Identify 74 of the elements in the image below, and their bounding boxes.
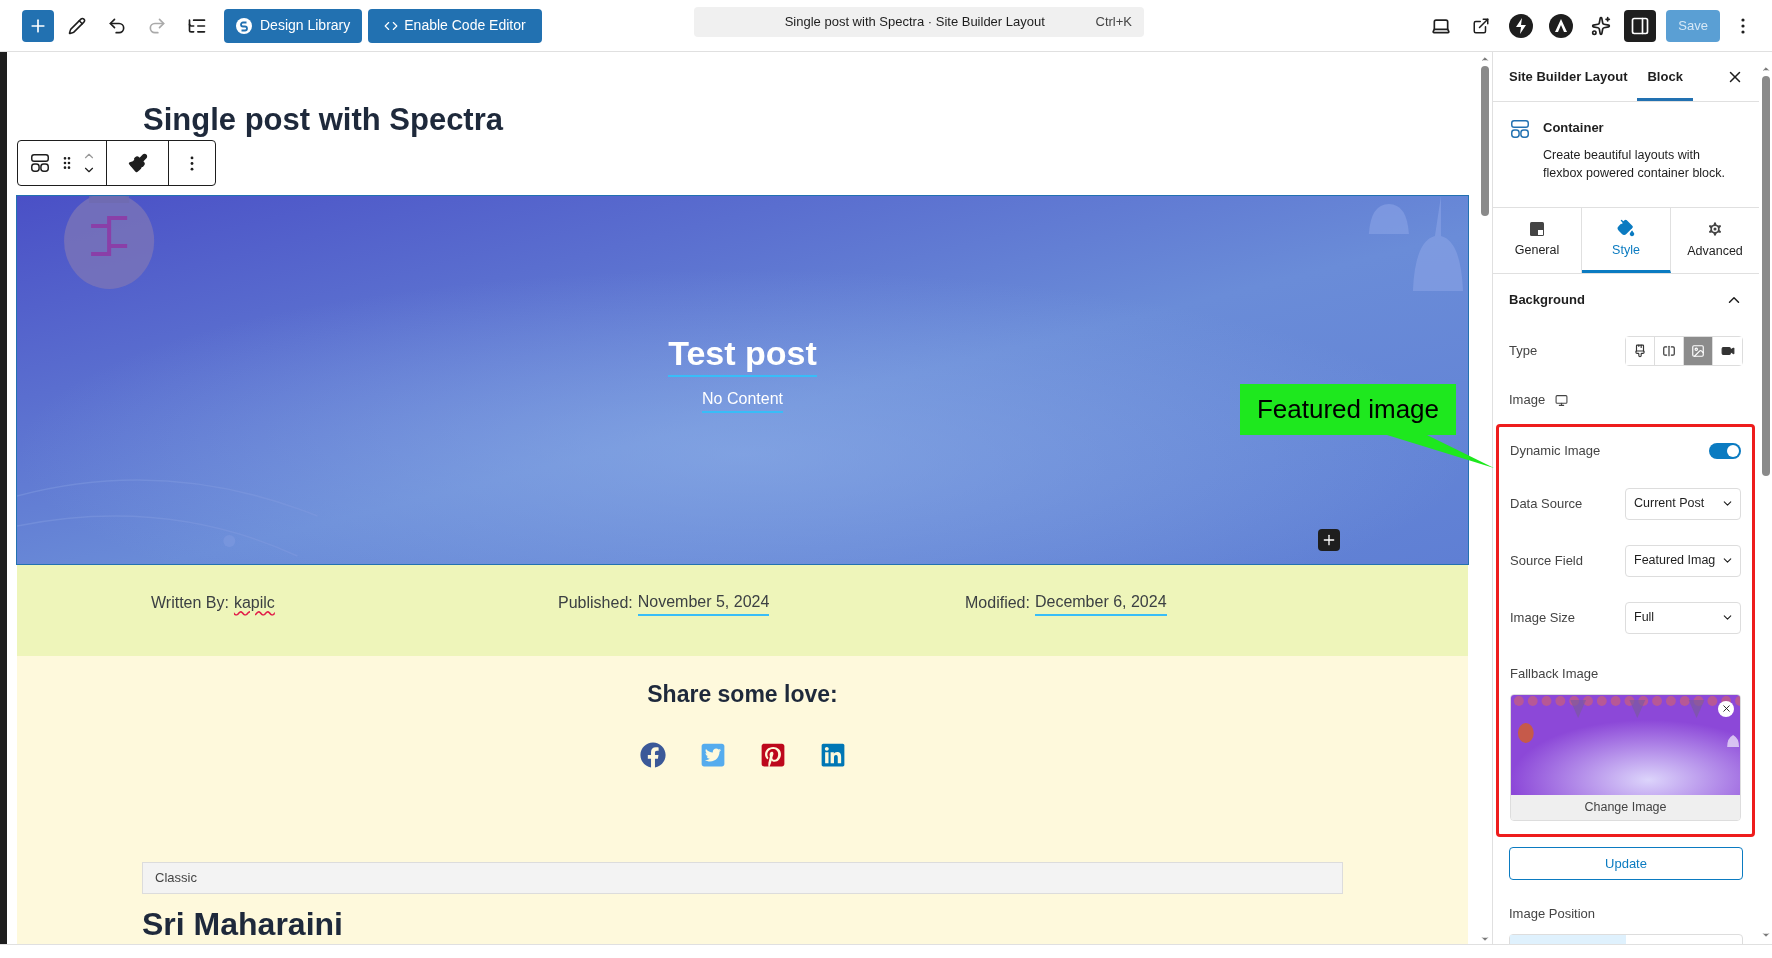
image-icon (1691, 344, 1705, 358)
logo-icon (236, 17, 252, 34)
settings-icon (1706, 220, 1724, 239)
code-editor-button[interactable]: Enable Code Editor (368, 8, 542, 43)
scroll-down-icon[interactable] (1760, 930, 1771, 940)
scroll-up-icon[interactable] (1760, 64, 1771, 74)
sparkles-icon (1591, 15, 1612, 36)
field-label: Source Field (1510, 551, 1583, 570)
block-type-button[interactable] (28, 151, 52, 175)
sidebar-tab[interactable]: Block (1637, 52, 1693, 101)
panel-tab[interactable]: Advanced (1671, 208, 1759, 273)
field-label: Data Source (1510, 494, 1583, 513)
block-name: Container (1543, 119, 1605, 137)
field-label: Dynamic Image (1510, 442, 1601, 461)
container-icon (1509, 118, 1531, 140)
sidebar-icon (1630, 15, 1651, 36)
meta-link[interactable]: November 5, 2024 (637, 590, 770, 616)
sidebar-tab[interactable]: Site Builder Layout (1499, 52, 1638, 101)
settings-toggle-button[interactable] (1624, 9, 1657, 42)
pencil-icon (68, 16, 86, 35)
scroll-down-icon[interactable] (1480, 934, 1490, 944)
block-description: Create beautiful layouts with flexbox powered container block. (1543, 146, 1727, 182)
bolt-logo-icon (1509, 13, 1534, 38)
scrollbar-thumb[interactable] (1761, 76, 1770, 476)
scrollbar-thumb[interactable] (1481, 66, 1489, 216)
video-camera-icon (1720, 344, 1735, 358)
container-icon (29, 152, 51, 174)
select-field[interactable]: Featured Imag (1625, 544, 1741, 577)
field-label: Type (1509, 342, 1538, 361)
pinterest-icon[interactable] (759, 742, 786, 768)
meta-link[interactable]: kapilc (233, 591, 275, 615)
toggle-switch[interactable] (1709, 443, 1741, 459)
paint-bucket-icon (1617, 218, 1635, 237)
update-button[interactable]: Update (1509, 847, 1743, 880)
select-field[interactable]: Full (1625, 601, 1741, 634)
post-heading: Sri Maharaini (142, 905, 343, 944)
design-library-button[interactable]: Design Library (224, 8, 363, 43)
mountain-logo-icon (1549, 13, 1574, 38)
close-icon (1720, 703, 1732, 714)
add-block-button[interactable] (22, 9, 54, 42)
brush-icon (1633, 344, 1647, 358)
meta-label: Modified: (965, 593, 1030, 613)
linkedin-icon[interactable] (819, 742, 846, 768)
gradient-icon (1662, 344, 1676, 358)
more-icon (190, 155, 194, 171)
command-bar[interactable]: Single post with Spectra · Site Builder Layout Ctrl+K (694, 7, 1144, 37)
panel-tab[interactable]: General (1493, 208, 1582, 273)
field-label: Fallback Image (1510, 665, 1600, 683)
meta-label: Written By: (151, 593, 229, 613)
external-link-icon (1472, 16, 1491, 35)
more-icon (1741, 17, 1745, 34)
plus-icon (1321, 532, 1337, 548)
scroll-up-icon[interactable] (1480, 54, 1490, 64)
undo-icon (107, 15, 127, 36)
field-label: Image Position (1508, 905, 1596, 923)
facebook-icon[interactable] (639, 742, 666, 768)
panel-tab[interactable]: Style (1582, 208, 1671, 273)
desktop-icon (1555, 393, 1569, 407)
template-title: Single post with Spectra (143, 101, 503, 139)
shortcut-hint: Ctrl+K (1095, 13, 1133, 32)
share-heading: Share some love: (647, 680, 838, 708)
meta-link[interactable]: December 6, 2024 (1034, 590, 1167, 616)
select-field[interactable]: Current Post (1625, 487, 1741, 520)
field-label: Image Size (1510, 608, 1576, 627)
field-label: Image (1509, 391, 1546, 410)
type-option[interactable] (1626, 337, 1655, 365)
redo-icon (147, 15, 167, 36)
layout-icon (1529, 221, 1545, 238)
classic-block[interactable]: Classic (142, 862, 1343, 894)
add-block-button[interactable] (1318, 529, 1340, 551)
brush-icon (127, 153, 148, 173)
section-header[interactable]: Background (1493, 274, 1759, 326)
meta-label: Published: (558, 593, 633, 613)
change-image-button[interactable]: Change Image (1511, 794, 1740, 820)
